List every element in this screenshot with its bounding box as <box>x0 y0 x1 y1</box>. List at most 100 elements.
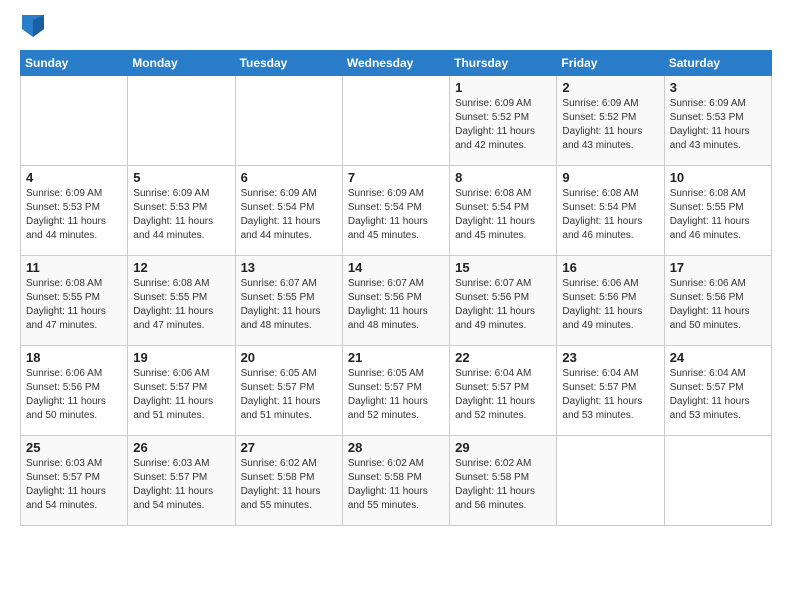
week-row-1: 1Sunrise: 6:09 AMSunset: 5:52 PMDaylight… <box>21 76 772 166</box>
day-number: 14 <box>348 260 444 275</box>
calendar-cell: 24 Sunrise: 6:04 AMSunset: 5:57 PMDayligh… <box>664 346 771 436</box>
day-number: 16 <box>562 260 658 275</box>
calendar-cell: 16 Sunrise: 6:06 AMSunset: 5:56 PMDayligh… <box>557 256 664 346</box>
calendar-cell <box>557 436 664 526</box>
day-info: Sunrise: 6:03 AMSunset: 5:57 PMDaylight:… <box>26 457 122 513</box>
week-row-3: 11Sunrise: 6:08 AMSunset: 5:55 PMDayligh… <box>21 256 772 346</box>
calendar-cell: 2Sunrise: 6:09 AMSunset: 5:52 PMDaylight… <box>557 76 664 166</box>
day-info: Sunrise: 6:09 AMSunset: 5:53 PMDaylight:… <box>133 187 229 243</box>
day-info: Sunrise: 6:04 AMSunset: 5:57 PMDaylight:… <box>562 367 658 423</box>
calendar-cell: 5 Sunrise: 6:09 AMSunset: 5:53 PMDaylight… <box>128 166 235 256</box>
calendar-cell: 1Sunrise: 6:09 AMSunset: 5:52 PMDaylight… <box>450 76 557 166</box>
calendar-cell: 20Sunrise: 6:05 AMSunset: 5:57 PMDayligh… <box>235 346 342 436</box>
header <box>20 16 772 42</box>
calendar-cell <box>235 76 342 166</box>
day-info: Sunrise: 6:09 AMSunset: 5:54 PMDaylight:… <box>348 187 444 243</box>
day-number: 28 <box>348 440 444 455</box>
calendar-cell: 7 Sunrise: 6:09 AMSunset: 5:54 PMDaylight… <box>342 166 449 256</box>
week-row-2: 4 Sunrise: 6:09 AMSunset: 5:53 PMDaylight… <box>21 166 772 256</box>
day-info: Sunrise: 6:08 AMSunset: 5:55 PMDaylight:… <box>670 187 766 243</box>
day-info: Sunrise: 6:09 AMSunset: 5:53 PMDaylight:… <box>670 97 766 153</box>
day-info: Sunrise: 6:09 AMSunset: 5:54 PMDaylight:… <box>241 187 337 243</box>
calendar-cell: 9Sunrise: 6:08 AMSunset: 5:54 PMDaylight… <box>557 166 664 256</box>
calendar-table: SundayMondayTuesdayWednesdayThursdayFrid… <box>20 50 772 526</box>
day-info: Sunrise: 6:05 AMSunset: 5:57 PMDaylight:… <box>348 367 444 423</box>
day-number: 26 <box>133 440 229 455</box>
day-info: Sunrise: 6:04 AMSunset: 5:57 PMDaylight:… <box>455 367 551 423</box>
calendar-cell: 29Sunrise: 6:02 AMSunset: 5:58 PMDayligh… <box>450 436 557 526</box>
day-info: Sunrise: 6:06 AMSunset: 5:56 PMDaylight:… <box>670 277 766 333</box>
calendar-cell: 6 Sunrise: 6:09 AMSunset: 5:54 PMDaylight… <box>235 166 342 256</box>
day-number: 21 <box>348 350 444 365</box>
day-number: 22 <box>455 350 551 365</box>
day-info: Sunrise: 6:08 AMSunset: 5:54 PMDaylight:… <box>455 187 551 243</box>
day-info: Sunrise: 6:08 AMSunset: 5:54 PMDaylight:… <box>562 187 658 243</box>
day-number: 8 <box>455 170 551 185</box>
day-number: 25 <box>26 440 122 455</box>
header-cell-saturday: Saturday <box>664 51 771 76</box>
calendar-cell: 8 Sunrise: 6:08 AMSunset: 5:54 PMDaylight… <box>450 166 557 256</box>
day-info: Sunrise: 6:09 AMSunset: 5:52 PMDaylight:… <box>455 97 551 153</box>
header-cell-thursday: Thursday <box>450 51 557 76</box>
day-number: 4 <box>26 170 122 185</box>
calendar-cell <box>664 436 771 526</box>
calendar-cell: 22 Sunrise: 6:04 AMSunset: 5:57 PMDayligh… <box>450 346 557 436</box>
header-cell-monday: Monday <box>128 51 235 76</box>
day-number: 13 <box>241 260 337 275</box>
header-cell-sunday: Sunday <box>21 51 128 76</box>
calendar-cell: 3 Sunrise: 6:09 AMSunset: 5:53 PMDaylight… <box>664 76 771 166</box>
calendar-cell: 4 Sunrise: 6:09 AMSunset: 5:53 PMDaylight… <box>21 166 128 256</box>
calendar-cell: 12 Sunrise: 6:08 AMSunset: 5:55 PMDayligh… <box>128 256 235 346</box>
day-info: Sunrise: 6:02 AMSunset: 5:58 PMDaylight:… <box>455 457 551 513</box>
calendar-cell <box>128 76 235 166</box>
calendar-cell: 23 Sunrise: 6:04 AMSunset: 5:57 PMDayligh… <box>557 346 664 436</box>
day-info: Sunrise: 6:02 AMSunset: 5:58 PMDaylight:… <box>348 457 444 513</box>
day-number: 19 <box>133 350 229 365</box>
day-number: 18 <box>26 350 122 365</box>
day-number: 12 <box>133 260 229 275</box>
day-info: Sunrise: 6:08 AMSunset: 5:55 PMDaylight:… <box>133 277 229 333</box>
calendar-cell: 11Sunrise: 6:08 AMSunset: 5:55 PMDayligh… <box>21 256 128 346</box>
calendar-cell: 14 Sunrise: 6:07 AMSunset: 5:56 PMDayligh… <box>342 256 449 346</box>
calendar-cell <box>342 76 449 166</box>
day-info: Sunrise: 6:07 AMSunset: 5:56 PMDaylight:… <box>455 277 551 333</box>
day-info: Sunrise: 6:06 AMSunset: 5:56 PMDaylight:… <box>26 367 122 423</box>
logo <box>20 20 44 42</box>
header-cell-wednesday: Wednesday <box>342 51 449 76</box>
day-number: 27 <box>241 440 337 455</box>
day-number: 7 <box>348 170 444 185</box>
calendar-cell: 28 Sunrise: 6:02 AMSunset: 5:58 PMDayligh… <box>342 436 449 526</box>
day-info: Sunrise: 6:09 AMSunset: 5:52 PMDaylight:… <box>562 97 658 153</box>
calendar-cell: 21 Sunrise: 6:05 AMSunset: 5:57 PMDayligh… <box>342 346 449 436</box>
day-info: Sunrise: 6:02 AMSunset: 5:58 PMDaylight:… <box>241 457 337 513</box>
day-number: 10 <box>670 170 766 185</box>
week-row-5: 25 Sunrise: 6:03 AMSunset: 5:57 PMDayligh… <box>21 436 772 526</box>
day-number: 24 <box>670 350 766 365</box>
day-info: Sunrise: 6:09 AMSunset: 5:53 PMDaylight:… <box>26 187 122 243</box>
week-row-4: 18 Sunrise: 6:06 AMSunset: 5:56 PMDayligh… <box>21 346 772 436</box>
day-info: Sunrise: 6:06 AMSunset: 5:56 PMDaylight:… <box>562 277 658 333</box>
calendar-cell: 13 Sunrise: 6:07 AMSunset: 5:55 PMDayligh… <box>235 256 342 346</box>
day-info: Sunrise: 6:07 AMSunset: 5:56 PMDaylight:… <box>348 277 444 333</box>
day-info: Sunrise: 6:03 AMSunset: 5:57 PMDaylight:… <box>133 457 229 513</box>
calendar-header: SundayMondayTuesdayWednesdayThursdayFrid… <box>21 51 772 76</box>
calendar-body: 1Sunrise: 6:09 AMSunset: 5:52 PMDaylight… <box>21 76 772 526</box>
day-number: 17 <box>670 260 766 275</box>
day-info: Sunrise: 6:04 AMSunset: 5:57 PMDaylight:… <box>670 367 766 423</box>
calendar-cell: 25 Sunrise: 6:03 AMSunset: 5:57 PMDayligh… <box>21 436 128 526</box>
calendar-cell: 27 Sunrise: 6:02 AMSunset: 5:58 PMDayligh… <box>235 436 342 526</box>
day-number: 3 <box>670 80 766 95</box>
calendar-cell: 10 Sunrise: 6:08 AMSunset: 5:55 PMDayligh… <box>664 166 771 256</box>
header-cell-friday: Friday <box>557 51 664 76</box>
calendar-cell: 26 Sunrise: 6:03 AMSunset: 5:57 PMDayligh… <box>128 436 235 526</box>
logo-icon <box>22 15 44 37</box>
day-info: Sunrise: 6:07 AMSunset: 5:55 PMDaylight:… <box>241 277 337 333</box>
day-number: 6 <box>241 170 337 185</box>
header-cell-tuesday: Tuesday <box>235 51 342 76</box>
day-info: Sunrise: 6:08 AMSunset: 5:55 PMDaylight:… <box>26 277 122 333</box>
calendar-cell: 15Sunrise: 6:07 AMSunset: 5:56 PMDayligh… <box>450 256 557 346</box>
calendar-cell <box>21 76 128 166</box>
header-row: SundayMondayTuesdayWednesdayThursdayFrid… <box>21 51 772 76</box>
day-number: 23 <box>562 350 658 365</box>
day-number: 5 <box>133 170 229 185</box>
